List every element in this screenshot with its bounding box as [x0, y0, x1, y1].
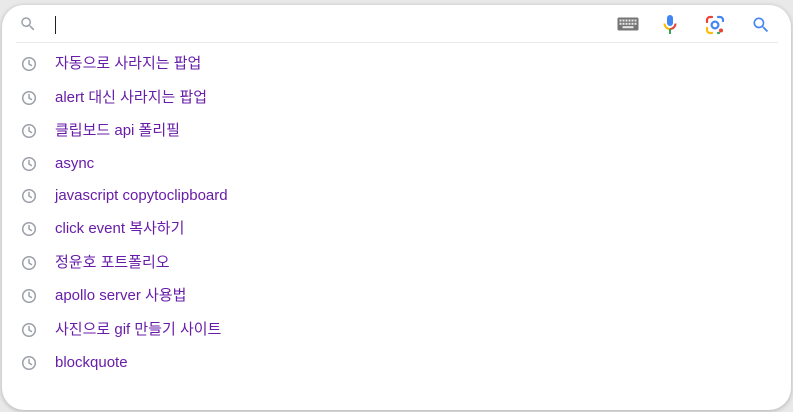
suggestion-label: click event 복사하기 — [55, 220, 185, 237]
history-clock-icon — [21, 156, 37, 172]
suggestion-item[interactable]: 사진으로 gif 만들기 사이트 — [2, 314, 791, 346]
suggestion-item[interactable]: 정윤호 포트폴리오 — [2, 247, 791, 279]
suggestion-item[interactable]: apollo server 사용법 — [2, 280, 791, 312]
suggestion-item[interactable]: alert 대신 사라지는 팝업 — [2, 82, 791, 114]
history-clock-icon — [21, 322, 37, 338]
history-clock-icon — [21, 90, 37, 106]
suggestion-label: 자동으로 사라지는 팝업 — [55, 55, 202, 72]
suggestion-label: 클립보드 api 폴리필 — [55, 122, 180, 139]
search-bar — [2, 5, 791, 43]
search-submit-icon[interactable] — [751, 15, 771, 35]
divider — [16, 42, 778, 43]
suggestion-label: 정윤호 포트폴리오 — [55, 254, 170, 271]
suggestion-item[interactable]: 자동으로 사라지는 팝업 — [2, 48, 791, 80]
suggestion-label: async — [55, 155, 95, 172]
suggestion-item[interactable]: 클립보드 api 폴리필 — [2, 115, 791, 147]
history-clock-icon — [21, 123, 37, 139]
suggestion-item[interactable]: javascript copytoclipboard — [2, 180, 791, 212]
search-icon — [21, 17, 35, 31]
suggestion-label: alert 대신 사라지는 팝업 — [55, 89, 208, 106]
suggestion-label: blockquote — [55, 354, 128, 371]
lens-icon[interactable] — [705, 15, 725, 35]
history-clock-icon — [21, 56, 37, 72]
keyboard-icon[interactable] — [617, 17, 639, 31]
suggestion-label: 사진으로 gif 만들기 사이트 — [55, 321, 222, 338]
microphone-icon[interactable] — [662, 14, 678, 36]
suggestion-label: javascript copytoclipboard — [55, 187, 228, 204]
suggestion-item[interactable]: click event 복사하기 — [2, 213, 791, 245]
history-clock-icon — [21, 221, 37, 237]
history-clock-icon — [21, 255, 37, 271]
history-clock-icon — [21, 188, 37, 204]
search-suggestions-panel: 자동으로 사라지는 팝업 alert 대신 사라지는 팝업클립보드 api 폴리필… — [2, 5, 791, 410]
history-clock-icon — [21, 288, 37, 304]
history-clock-icon — [21, 355, 37, 371]
suggestion-label: apollo server 사용법 — [55, 287, 187, 304]
suggestion-item[interactable]: blockquote — [2, 347, 791, 379]
search-input[interactable] — [55, 14, 595, 36]
suggestion-item[interactable]: async — [2, 148, 791, 180]
text-cursor — [55, 16, 56, 34]
